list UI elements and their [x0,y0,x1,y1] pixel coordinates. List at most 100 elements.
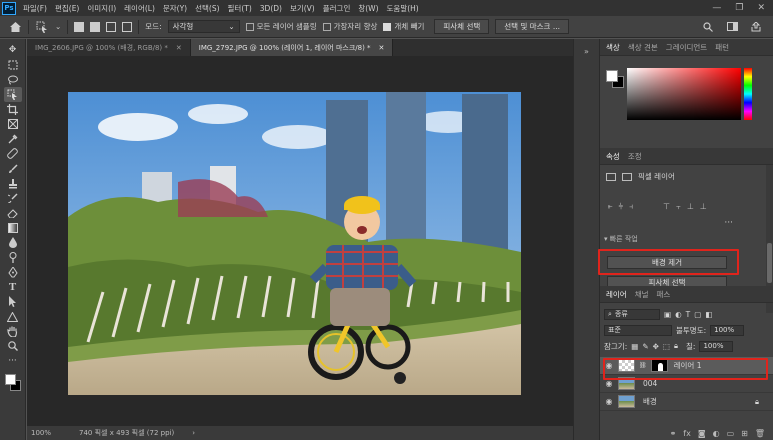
tab-paths[interactable]: 패스 [657,289,671,300]
blend-mode-select[interactable]: 표준 [604,324,672,336]
menu-3d[interactable]: 3D(D) [256,4,286,13]
crop-tool-icon[interactable] [4,102,22,117]
visibility-eye-icon[interactable]: ◉ [604,379,614,388]
close-icon[interactable]: ✕ [379,44,385,52]
type-tool-icon[interactable]: T [4,280,22,295]
lock-all-icon[interactable]: 🔒︎ [674,341,678,351]
select-subject-button[interactable]: 피사체 선택 [434,19,490,34]
fill-input[interactable]: 100% [699,340,734,352]
subtract-from-selection-icon[interactable] [106,21,117,32]
zoom-tool-icon[interactable] [4,339,22,354]
home-icon[interactable] [8,20,22,34]
lock-artboard-icon[interactable]: ⬚ [663,342,670,351]
collapse-panels-icon[interactable]: » [580,47,594,59]
tab-layers[interactable]: 레이어 [606,289,627,300]
filter-smart-object-icon[interactable]: ◧ [705,310,712,319]
quick-actions-header[interactable]: ▾ 빠른 작업 [600,234,773,244]
menu-type[interactable]: 문자(Y) [159,3,191,14]
blur-tool-icon[interactable] [4,235,22,250]
fx-icon[interactable]: fx [683,429,691,438]
add-mask-icon[interactable]: ◙ [698,429,706,438]
menu-window[interactable]: 창(W) [354,3,382,14]
marquee-tool-icon[interactable] [4,58,22,73]
more-options-icon[interactable]: ··· [600,218,773,228]
foreground-color-swatch[interactable] [606,70,618,82]
hand-tool-icon[interactable] [4,324,22,339]
tab-img-2606[interactable]: IMG_2606.JPG @ 100% (배경, RGB/8) * ✕ [27,39,191,56]
healing-brush-tool-icon[interactable] [4,147,22,162]
brush-tool-icon[interactable] [4,161,22,176]
document-image[interactable] [68,92,521,395]
close-button[interactable]: ✕ [757,3,765,13]
menu-help[interactable]: 도움말(H) [383,3,423,14]
move-tool-icon[interactable]: ✥ [4,43,22,58]
lock-pixels-icon[interactable]: ✎ [642,342,648,351]
filter-adjustment-icon[interactable]: ◐ [675,310,682,319]
workspace-icon[interactable] [725,20,739,34]
layer-kind-select[interactable]: ⌕ 종류 [604,308,660,320]
select-and-mask-button[interactable]: 선택 및 마스크 ... [495,19,569,34]
lasso-tool-icon[interactable] [4,73,22,88]
layer-row-background[interactable]: ◉ 배경 🔒︎ [600,393,773,411]
menu-plugins[interactable]: 플러그인 [319,3,355,14]
scroll-thumb[interactable] [767,243,772,283]
tab-gradients[interactable]: 그레이디언트 [666,42,707,53]
menu-filter[interactable]: 필터(T) [224,3,256,14]
align-center-h-icon[interactable]: ⫩ [619,202,624,212]
intersect-selection-icon[interactable] [122,21,133,32]
menu-image[interactable]: 이미지(I) [83,3,120,14]
color-swatches[interactable] [3,372,23,394]
eraser-tool-icon[interactable] [4,206,22,221]
align-left-icon[interactable]: ⫦ [608,202,613,212]
lock-transparent-icon[interactable]: ▦ [631,342,638,351]
menu-layer[interactable]: 레이어(L) [120,3,159,14]
shape-tool-icon[interactable] [4,309,22,324]
zoom-level[interactable]: 100% [31,429,51,437]
object-selection-tool-icon[interactable] [3,87,22,103]
link-layers-icon[interactable]: ⚭ [670,429,677,438]
visibility-eye-icon[interactable]: ◉ [604,397,614,406]
canvas-area[interactable] [27,56,573,426]
maximize-button[interactable]: ❐ [735,3,743,13]
align-right-icon[interactable]: ⫞ [629,202,633,212]
minimize-button[interactable]: — [712,3,721,13]
color-picker-field[interactable] [627,68,741,120]
menu-select[interactable]: 선택(S) [191,3,223,14]
tool-preset-chevron-icon[interactable]: ⌄ [55,22,61,31]
new-group-icon[interactable]: ▭ [727,429,735,438]
search-icon[interactable] [701,20,715,34]
filter-type-icon[interactable]: T [686,310,691,319]
new-layer-icon[interactable]: ⊞ [741,429,748,438]
lock-position-icon[interactable]: ✥ [653,342,659,351]
align-top-icon[interactable]: ⊤ [663,202,670,212]
status-arrow-icon[interactable]: › [192,429,195,437]
align-middle-v-icon[interactable]: ⫟ [676,202,681,212]
tab-swatches[interactable]: 색상 견본 [628,42,658,53]
tab-channels[interactable]: 채널 [635,289,649,300]
gradient-tool-icon[interactable] [4,221,22,236]
tab-img-2792[interactable]: IMG_2792.JPG @ 100% (레이어 1, 레이어 마스크/8) *… [190,39,394,56]
menu-file[interactable]: 파일(F) [19,3,51,14]
clone-stamp-tool-icon[interactable] [4,176,22,191]
add-to-selection-icon[interactable] [90,21,101,32]
opacity-input[interactable]: 100% [710,324,745,336]
dodge-tool-icon[interactable] [4,250,22,265]
frame-tool-icon[interactable] [4,117,22,132]
hue-slider[interactable] [744,68,752,120]
delete-layer-icon[interactable]: 🗑︎ [755,429,765,438]
path-selection-tool-icon[interactable] [4,295,22,310]
mode-select[interactable]: 사각형 ⌄ [167,20,240,33]
history-brush-tool-icon[interactable] [4,191,22,206]
new-selection-icon[interactable] [74,21,85,32]
align-bottom-icon[interactable]: ⊥ [687,202,694,212]
filter-image-icon[interactable]: ▣ [664,310,671,319]
tab-patterns[interactable]: 패턴 [715,42,729,53]
sample-all-layers-checkbox[interactable]: 모든 레이어 샘플링 [245,21,317,32]
foreground-color-swatch[interactable] [4,373,16,385]
menu-view[interactable]: 보기(V) [286,3,319,14]
tab-adjustments[interactable]: 조정 [628,151,642,162]
eyedropper-tool-icon[interactable] [4,132,22,147]
tab-properties[interactable]: 속성 [606,151,620,162]
tab-color[interactable]: 색상 [606,42,620,53]
object-selection-tool-icon[interactable] [35,20,49,34]
